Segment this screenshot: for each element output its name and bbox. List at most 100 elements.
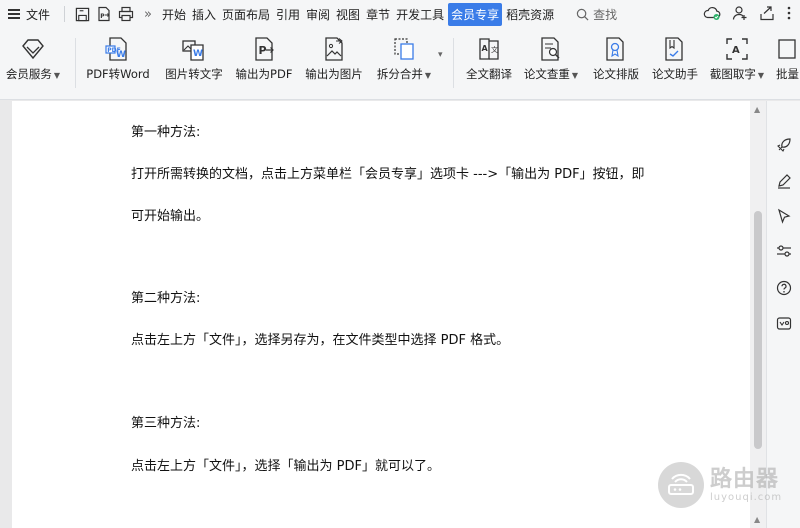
vip-service-label: 会员服务 — [5, 67, 52, 81]
scrollbar-thumb[interactable] — [754, 211, 762, 449]
toolbar-divider — [75, 38, 76, 88]
paper-check-icon — [541, 37, 560, 61]
more-chevron-icon[interactable]: » — [140, 7, 160, 22]
screenshot-ocr-button[interactable]: A 截图取字 ▼ — [707, 34, 767, 90]
export-image-icon — [325, 37, 343, 61]
paragraph-method-2-text: 点击左上方「文件」，选择另存为，在文件类型中选择 PDF 格式。 — [131, 333, 510, 348]
scroll-down-icon[interactable]: ▲ — [754, 515, 760, 524]
tab-4[interactable]: 审阅 — [304, 3, 332, 26]
batch-button[interactable]: 批量 — [776, 34, 800, 90]
menu-divider — [64, 6, 65, 22]
tab-7[interactable]: 开发工具 — [394, 3, 446, 26]
paragraph-method-2-heading: 第二种方法: — [131, 291, 201, 306]
export-pdf-icon: P — [255, 37, 274, 61]
split-merge-label: 拆分合并 — [376, 67, 423, 81]
more-options-icon[interactable] — [786, 5, 792, 24]
svg-text:A: A — [732, 45, 740, 56]
svg-text:W: W — [116, 50, 126, 60]
full-text-translate-button[interactable]: A文 全文翻译 — [462, 34, 516, 90]
paragraph-method-3-heading: 第三种方法: — [131, 416, 201, 431]
pdf-to-word-icon: PDFW — [105, 37, 127, 61]
tab-0[interactable]: 开始 — [160, 3, 188, 26]
print-icon[interactable] — [118, 6, 134, 22]
tab-8[interactable]: 会员专享 — [448, 2, 503, 26]
screenshot-ocr-label: 截图取字 — [709, 67, 756, 81]
help-icon[interactable] — [776, 280, 792, 296]
chevron-down-icon: ▼ — [53, 71, 61, 80]
split-merge-button[interactable]: 拆分合并 ▼ — [373, 34, 435, 90]
save-icon[interactable] — [75, 7, 90, 22]
watermark-title: 路由器 — [710, 466, 780, 492]
svg-text:P: P — [100, 13, 105, 20]
menu-bar: 文件 P » 开始 插入 页面布局 引用 审阅 视图 章节 开发工具 会员专享 稻壳资源 查找 — [0, 0, 800, 28]
cloud-sync-icon[interactable] — [703, 5, 721, 24]
image-to-text-button[interactable]: W 图片转文字 — [162, 34, 226, 90]
paper-check-button[interactable]: 论文查重 ▼ — [521, 34, 581, 90]
file-menu-label: 文件 — [26, 7, 51, 22]
chevron-down-icon: ▼ — [424, 71, 432, 80]
file-menu-button[interactable]: 文件 — [0, 6, 60, 23]
image-to-text-label: 图片转文字 — [165, 67, 223, 81]
paragraph-method-1-text-cont: 可开始输出。 — [131, 209, 210, 224]
paper-format-button[interactable]: 论文排版 — [589, 34, 643, 90]
ribbon-toolbar: 会员服务 ▼ PDF W PDF转Word W 图片转文字 P 输出为PDF 输出为… — [0, 28, 800, 100]
svg-text:文: 文 — [491, 45, 498, 54]
search-icon — [576, 8, 589, 20]
diamond-icon — [22, 39, 44, 60]
toolbar-overflow-icon[interactable]: ▾ — [438, 50, 443, 60]
tab-6[interactable]: 章节 — [364, 3, 392, 26]
translate-icon: A文 — [479, 38, 499, 60]
pen-edit-icon[interactable] — [776, 173, 792, 189]
paper-check-label: 论文查重 — [523, 67, 570, 81]
svg-text:P: P — [259, 44, 267, 57]
rocket-icon[interactable] — [776, 137, 792, 153]
vip-service-button[interactable]: 会员服务 ▼ — [4, 34, 62, 90]
paper-assistant-button[interactable]: 论文助手 — [648, 34, 702, 90]
collaborate-user-icon[interactable] — [732, 5, 748, 24]
chevron-down-icon: ▼ — [757, 71, 765, 80]
vip-tools-icon[interactable] — [776, 315, 792, 331]
cursor-select-icon[interactable] — [776, 208, 792, 224]
site-watermark: 路由器 luyouqi.com — [658, 462, 782, 508]
export-pdf-button[interactable]: P 输出为PDF — [233, 34, 295, 90]
translate-label: 全文翻译 — [466, 67, 512, 81]
search-button[interactable]: 查找 — [576, 6, 617, 23]
ribbon-tabs: 开始 插入 页面布局 引用 审阅 视图 章节 开发工具 会员专享 稻壳资源 — [160, 2, 558, 26]
watermark-domain: luyouqi.com — [710, 491, 783, 503]
paper-assistant-icon — [665, 37, 683, 61]
window-actions — [703, 5, 792, 24]
screenshot-ocr-icon: A — [726, 38, 748, 60]
split-merge-icon — [394, 38, 414, 60]
paragraph-method-3-text: 点击左上方「文件」，选择「输出为 PDF」就可以了。 — [131, 459, 440, 474]
paper-format-label: 论文排版 — [593, 67, 639, 81]
search-label: 查找 — [593, 7, 618, 22]
tab-1[interactable]: 插入 — [190, 3, 218, 26]
share-icon[interactable] — [759, 5, 775, 24]
batch-icon — [778, 39, 796, 59]
scroll-up-icon[interactable]: ▲ — [754, 105, 760, 114]
export-pdf-label: 输出为PDF — [235, 67, 293, 81]
adjust-sliders-icon[interactable] — [776, 243, 792, 259]
batch-label: 批量 — [776, 67, 799, 81]
paper-format-icon — [606, 37, 624, 61]
paragraph-method-1-heading: 第一种方法: — [131, 125, 201, 140]
document-canvas: 第一种方法: 打开所需转换的文档，点击上方菜单栏「会员专享」选项卡 --->「输… — [0, 101, 766, 528]
export-pdf-quick-icon[interactable]: P — [96, 6, 112, 22]
quick-access-toolbar: P — [69, 6, 140, 22]
export-image-label: 输出为图片 — [305, 67, 363, 81]
document-page[interactable]: 第一种方法: 打开所需转换的文档，点击上方菜单栏「会员专享」选项卡 --->「输… — [12, 101, 750, 528]
tab-2[interactable]: 页面布局 — [220, 3, 272, 26]
svg-text:W: W — [193, 49, 203, 59]
export-image-button[interactable]: 输出为图片 — [302, 34, 366, 90]
pdf-to-word-label: PDF转Word — [86, 67, 150, 81]
router-logo-icon — [658, 462, 704, 508]
image-to-text-icon: W — [182, 40, 204, 61]
hamburger-icon — [8, 9, 20, 19]
tab-3[interactable]: 引用 — [274, 3, 302, 26]
toolbar-divider — [453, 38, 454, 88]
tab-5[interactable]: 视图 — [334, 3, 362, 26]
pdf-to-word-button[interactable]: PDF W PDF转Word — [84, 34, 152, 90]
tab-9[interactable]: 稻壳资源 — [504, 3, 556, 26]
paragraph-method-1-text: 打开所需转换的文档，点击上方菜单栏「会员专享」选项卡 --->「输出为 PDF」… — [131, 167, 645, 182]
paper-assistant-label: 论文助手 — [652, 67, 698, 81]
